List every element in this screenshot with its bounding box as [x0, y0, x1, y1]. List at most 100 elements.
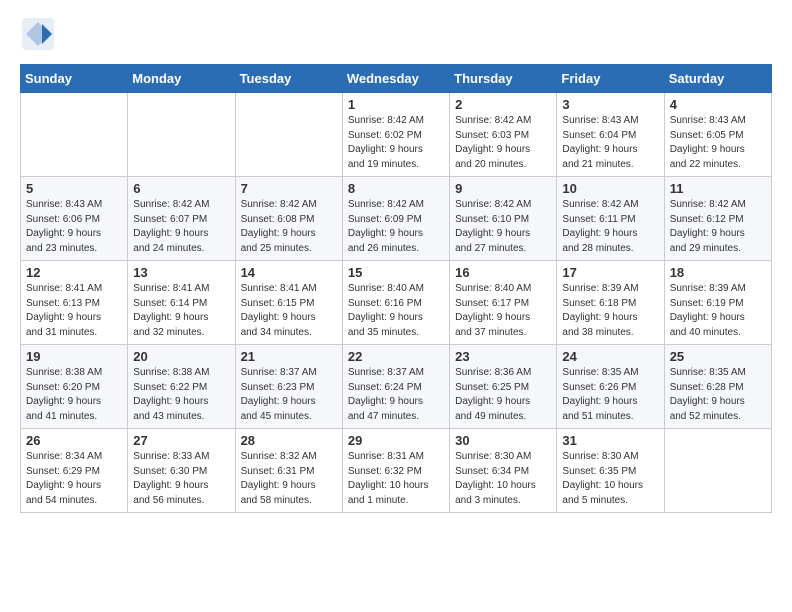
- calendar-cell: [235, 93, 342, 177]
- day-info: Sunrise: 8:36 AM Sunset: 6:25 PM Dayligh…: [455, 366, 551, 424]
- calendar-cell: 19 Sunrise: 8:38 AM Sunset: 6:20 PM Dayli…: [21, 345, 128, 429]
- weekday-header-thursday: Thursday: [450, 65, 557, 93]
- calendar-cell: 5Sunrise: 8:43 AM Sunset: 6:06 PM Daylig…: [21, 177, 128, 261]
- calendar-cell: 24 Sunrise: 8:35 AM Sunset: 6:26 PM Dayli…: [557, 345, 664, 429]
- day-number: 23: [455, 349, 551, 364]
- day-number: 29: [348, 433, 444, 448]
- day-info: Sunrise: 8:41 AM Sunset: 6:15 PM Dayligh…: [241, 282, 337, 340]
- day-info: Sunrise: 8:43 AM Sunset: 6:05 PM Dayligh…: [670, 114, 766, 172]
- day-info: Sunrise: 8:35 AM Sunset: 6:26 PM Dayligh…: [562, 366, 658, 424]
- day-info: Sunrise: 8:42 AM Sunset: 6:02 PM Dayligh…: [348, 114, 444, 172]
- day-number: 14: [241, 265, 337, 280]
- page: SundayMondayTuesdayWednesdayThursdayFrid…: [0, 0, 792, 529]
- calendar-cell: 12 Sunrise: 8:41 AM Sunset: 6:13 PM Dayli…: [21, 261, 128, 345]
- day-number: 3: [562, 97, 658, 112]
- calendar-cell: [21, 93, 128, 177]
- day-number: 12: [26, 265, 122, 280]
- calendar-cell: 20Sunrise: 8:38 AM Sunset: 6:22 PM Dayli…: [128, 345, 235, 429]
- calendar-cell: 2Sunrise: 8:42 AM Sunset: 6:03 PM Daylig…: [450, 93, 557, 177]
- weekday-header-tuesday: Tuesday: [235, 65, 342, 93]
- day-info: Sunrise: 8:40 AM Sunset: 6:17 PM Dayligh…: [455, 282, 551, 340]
- day-number: 28: [241, 433, 337, 448]
- day-number: 11: [670, 181, 766, 196]
- calendar-cell: 14 Sunrise: 8:41 AM Sunset: 6:15 PM Dayli…: [235, 261, 342, 345]
- day-info: Sunrise: 8:43 AM Sunset: 6:04 PM Dayligh…: [562, 114, 658, 172]
- calendar-cell: 13 Sunrise: 8:41 AM Sunset: 6:14 PM Dayli…: [128, 261, 235, 345]
- calendar-cell: [128, 93, 235, 177]
- calendar-cell: 4Sunrise: 8:43 AM Sunset: 6:05 PM Daylig…: [664, 93, 771, 177]
- day-info: Sunrise: 8:31 AM Sunset: 6:32 PM Dayligh…: [348, 450, 444, 508]
- calendar-cell: 25 Sunrise: 8:35 AM Sunset: 6:28 PM Dayli…: [664, 345, 771, 429]
- day-number: 21: [241, 349, 337, 364]
- calendar-cell: 8 Sunrise: 8:42 AM Sunset: 6:09 PM Daylig…: [342, 177, 449, 261]
- day-number: 26: [26, 433, 122, 448]
- day-number: 5: [26, 181, 122, 196]
- day-number: 25: [670, 349, 766, 364]
- day-number: 9: [455, 181, 551, 196]
- day-number: 24: [562, 349, 658, 364]
- day-number: 20: [133, 349, 229, 364]
- day-number: 19: [26, 349, 122, 364]
- calendar-cell: 17Sunrise: 8:39 AM Sunset: 6:18 PM Dayli…: [557, 261, 664, 345]
- day-info: Sunrise: 8:32 AM Sunset: 6:31 PM Dayligh…: [241, 450, 337, 508]
- day-info: Sunrise: 8:42 AM Sunset: 6:09 PM Dayligh…: [348, 198, 444, 256]
- day-info: Sunrise: 8:40 AM Sunset: 6:16 PM Dayligh…: [348, 282, 444, 340]
- header: [20, 16, 772, 52]
- day-number: 8: [348, 181, 444, 196]
- day-number: 16: [455, 265, 551, 280]
- day-info: Sunrise: 8:39 AM Sunset: 6:19 PM Dayligh…: [670, 282, 766, 340]
- weekday-header-monday: Monday: [128, 65, 235, 93]
- logo-icon: [20, 16, 56, 52]
- calendar-cell: 29 Sunrise: 8:31 AM Sunset: 6:32 PM Dayli…: [342, 429, 449, 513]
- day-info: Sunrise: 8:37 AM Sunset: 6:24 PM Dayligh…: [348, 366, 444, 424]
- day-info: Sunrise: 8:30 AM Sunset: 6:35 PM Dayligh…: [562, 450, 658, 508]
- calendar-cell: 3 Sunrise: 8:43 AM Sunset: 6:04 PM Daylig…: [557, 93, 664, 177]
- weekday-header-saturday: Saturday: [664, 65, 771, 93]
- day-info: Sunrise: 8:41 AM Sunset: 6:13 PM Dayligh…: [26, 282, 122, 340]
- calendar-week-row: 26 Sunrise: 8:34 AM Sunset: 6:29 PM Dayli…: [21, 429, 772, 513]
- calendar-table: SundayMondayTuesdayWednesdayThursdayFrid…: [20, 64, 772, 513]
- calendar-cell: 15 Sunrise: 8:40 AM Sunset: 6:16 PM Dayli…: [342, 261, 449, 345]
- calendar-cell: 21 Sunrise: 8:37 AM Sunset: 6:23 PM Dayli…: [235, 345, 342, 429]
- calendar-cell: 1 Sunrise: 8:42 AM Sunset: 6:02 PM Daylig…: [342, 93, 449, 177]
- calendar-cell: 11Sunrise: 8:42 AM Sunset: 6:12 PM Dayli…: [664, 177, 771, 261]
- day-info: Sunrise: 8:38 AM Sunset: 6:20 PM Dayligh…: [26, 366, 122, 424]
- calendar-cell: 26 Sunrise: 8:34 AM Sunset: 6:29 PM Dayli…: [21, 429, 128, 513]
- day-info: Sunrise: 8:42 AM Sunset: 6:08 PM Dayligh…: [241, 198, 337, 256]
- day-info: Sunrise: 8:33 AM Sunset: 6:30 PM Dayligh…: [133, 450, 229, 508]
- weekday-header-sunday: Sunday: [21, 65, 128, 93]
- day-number: 18: [670, 265, 766, 280]
- day-number: 10: [562, 181, 658, 196]
- day-number: 31: [562, 433, 658, 448]
- weekday-header-friday: Friday: [557, 65, 664, 93]
- calendar-cell: 22 Sunrise: 8:37 AM Sunset: 6:24 PM Dayli…: [342, 345, 449, 429]
- day-info: Sunrise: 8:37 AM Sunset: 6:23 PM Dayligh…: [241, 366, 337, 424]
- calendar-week-row: 19 Sunrise: 8:38 AM Sunset: 6:20 PM Dayli…: [21, 345, 772, 429]
- day-info: Sunrise: 8:35 AM Sunset: 6:28 PM Dayligh…: [670, 366, 766, 424]
- calendar-cell: 30 Sunrise: 8:30 AM Sunset: 6:34 PM Dayli…: [450, 429, 557, 513]
- day-number: 22: [348, 349, 444, 364]
- weekday-header-wednesday: Wednesday: [342, 65, 449, 93]
- calendar-cell: [664, 429, 771, 513]
- weekday-header-row: SundayMondayTuesdayWednesdayThursdayFrid…: [21, 65, 772, 93]
- day-number: 13: [133, 265, 229, 280]
- logo: [20, 16, 60, 52]
- day-info: Sunrise: 8:41 AM Sunset: 6:14 PM Dayligh…: [133, 282, 229, 340]
- calendar-cell: 16 Sunrise: 8:40 AM Sunset: 6:17 PM Dayli…: [450, 261, 557, 345]
- calendar-cell: 6Sunrise: 8:42 AM Sunset: 6:07 PM Daylig…: [128, 177, 235, 261]
- calendar-cell: 31 Sunrise: 8:30 AM Sunset: 6:35 PM Dayli…: [557, 429, 664, 513]
- day-info: Sunrise: 8:42 AM Sunset: 6:10 PM Dayligh…: [455, 198, 551, 256]
- calendar-cell: 9 Sunrise: 8:42 AM Sunset: 6:10 PM Daylig…: [450, 177, 557, 261]
- calendar-cell: 7Sunrise: 8:42 AM Sunset: 6:08 PM Daylig…: [235, 177, 342, 261]
- day-info: Sunrise: 8:34 AM Sunset: 6:29 PM Dayligh…: [26, 450, 122, 508]
- day-info: Sunrise: 8:30 AM Sunset: 6:34 PM Dayligh…: [455, 450, 551, 508]
- day-number: 30: [455, 433, 551, 448]
- day-number: 15: [348, 265, 444, 280]
- calendar-week-row: 5Sunrise: 8:43 AM Sunset: 6:06 PM Daylig…: [21, 177, 772, 261]
- calendar-cell: 23 Sunrise: 8:36 AM Sunset: 6:25 PM Dayli…: [450, 345, 557, 429]
- calendar-week-row: 12 Sunrise: 8:41 AM Sunset: 6:13 PM Dayli…: [21, 261, 772, 345]
- day-number: 1: [348, 97, 444, 112]
- calendar-cell: 28 Sunrise: 8:32 AM Sunset: 6:31 PM Dayli…: [235, 429, 342, 513]
- day-info: Sunrise: 8:42 AM Sunset: 6:11 PM Dayligh…: [562, 198, 658, 256]
- calendar-cell: 18 Sunrise: 8:39 AM Sunset: 6:19 PM Dayli…: [664, 261, 771, 345]
